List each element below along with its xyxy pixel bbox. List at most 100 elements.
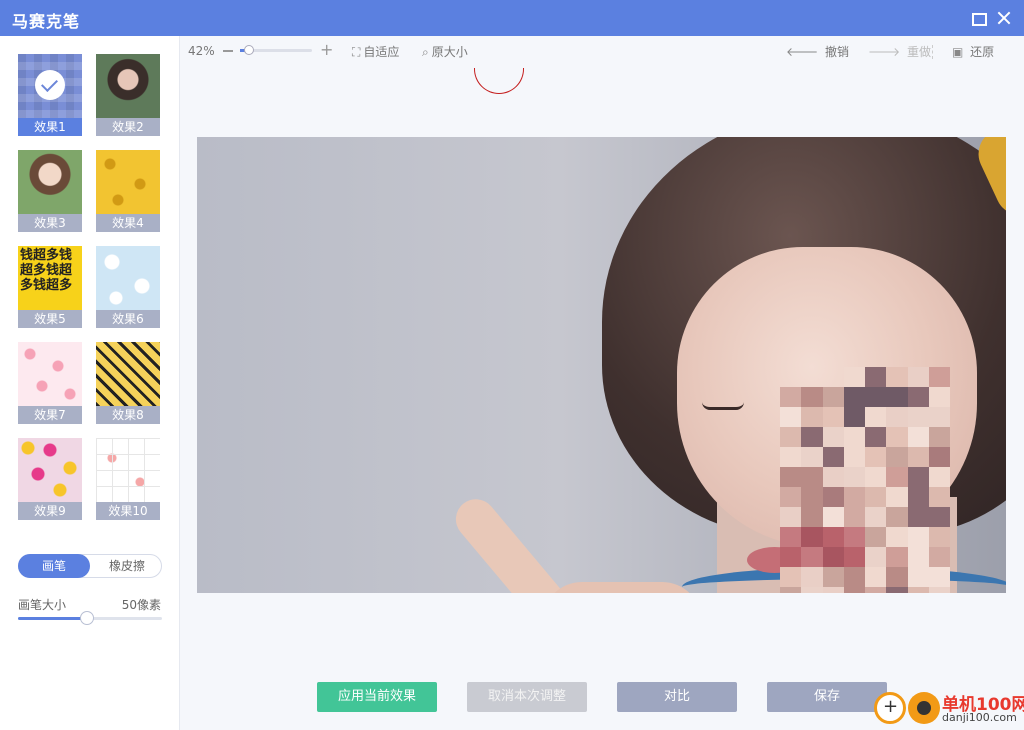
- effect-item-9[interactable]: 效果9: [18, 438, 82, 520]
- mosaic-cell: [907, 587, 929, 593]
- effect-thumbnail: [96, 54, 160, 118]
- window-title: 马赛克笔: [12, 12, 81, 31]
- mosaic-cell: [822, 547, 844, 567]
- mosaic-cell: [865, 567, 887, 587]
- effect-label: 效果6: [96, 310, 160, 328]
- restore-label: 还原: [970, 45, 995, 59]
- brush-size-slider[interactable]: [18, 611, 162, 625]
- cancel-adjustment-button[interactable]: 取消本次调整: [467, 682, 587, 712]
- mosaic-cell: [801, 547, 823, 567]
- mosaic-cell: [843, 507, 865, 527]
- effect-item-7[interactable]: 效果7: [18, 342, 82, 424]
- image-canvas[interactable]: [197, 137, 1006, 593]
- zoom-in-icon[interactable]: +: [320, 42, 333, 58]
- effect-thumbnail: [18, 438, 82, 502]
- redo-button[interactable]: 🡒 重做: [868, 43, 931, 60]
- check-icon: [35, 70, 65, 100]
- mosaic-cell: [780, 587, 802, 593]
- mosaic-cell: [780, 527, 802, 547]
- mosaic-cell: [865, 527, 887, 547]
- redo-label: 重做: [907, 45, 932, 59]
- effect-item-1[interactable]: 效果1: [18, 54, 82, 136]
- effect-item-6[interactable]: 效果6: [96, 246, 160, 328]
- watermark-logo-icon: [874, 692, 906, 724]
- maximize-icon[interactable]: [968, 8, 988, 28]
- toolbar-divider: [932, 45, 933, 59]
- mosaic-cell: [801, 387, 823, 407]
- effect-item-5[interactable]: 钱超多钱超多钱超多钱超多 效果5: [18, 246, 82, 328]
- photo-eye: [702, 402, 744, 410]
- mosaic-area: [780, 367, 950, 593]
- mosaic-cell: [822, 447, 844, 467]
- brush-size-value: 50像素: [121, 598, 161, 612]
- mosaic-cell: [801, 507, 823, 527]
- mosaic-cell: [843, 487, 865, 507]
- close-icon[interactable]: [994, 8, 1014, 28]
- effect-label: 效果9: [18, 502, 82, 520]
- eraser-tab[interactable]: 橡皮擦: [91, 554, 163, 578]
- mosaic-cell: [865, 367, 887, 387]
- mosaic-cell: [801, 487, 823, 507]
- magnifier-icon: ⌕: [422, 45, 429, 59]
- effect-item-3[interactable]: 效果3: [18, 150, 82, 232]
- zoom-out-icon[interactable]: [223, 50, 233, 52]
- mosaic-cell: [780, 467, 802, 487]
- undo-button[interactable]: 🡐 撤销: [786, 43, 849, 60]
- zoom-slider-handle[interactable]: [243, 45, 254, 55]
- mosaic-cell: [928, 367, 950, 387]
- effect-item-10[interactable]: 效果10: [96, 438, 160, 520]
- mosaic-cell: [843, 387, 865, 407]
- mosaic-cell: [822, 467, 844, 487]
- mosaic-cell: [801, 587, 823, 593]
- mosaic-cell: [907, 567, 929, 587]
- mosaic-cell: [865, 587, 887, 593]
- title-bar: 马赛克笔: [0, 0, 1024, 36]
- mosaic-cell: [907, 547, 929, 567]
- effect-item-2[interactable]: 效果2: [96, 54, 160, 136]
- mosaic-cell: [928, 587, 950, 593]
- effect-item-4[interactable]: 效果4: [96, 150, 160, 232]
- fit-button[interactable]: ⛶ 自适应: [352, 43, 399, 60]
- apply-effect-button[interactable]: 应用当前效果: [317, 682, 437, 712]
- effect-thumbnail: [18, 54, 82, 118]
- effects-sidebar: 效果1 效果2 效果3 效果4 钱超多钱超多钱超多钱超多 效果5 效果6 效果7…: [0, 36, 180, 730]
- original-size-button[interactable]: ⌕ 原大小: [422, 43, 468, 60]
- restore-button[interactable]: ▣ 还原: [952, 43, 994, 60]
- mosaic-cell: [843, 367, 865, 387]
- mosaic-cell: [928, 467, 950, 487]
- effect-thumbnail: [96, 246, 160, 310]
- mosaic-cell: [865, 467, 887, 487]
- mosaic-cell: [886, 547, 908, 567]
- brush-tab[interactable]: 画笔: [18, 554, 90, 578]
- mosaic-cell: [822, 587, 844, 593]
- mosaic-cell: [886, 407, 908, 427]
- mosaic-cell: [907, 527, 929, 547]
- fit-icon: ⛶: [352, 45, 361, 59]
- mosaic-cell: [823, 367, 844, 387]
- effect-item-8[interactable]: 效果8: [96, 342, 160, 424]
- zoom-slider[interactable]: [240, 45, 312, 55]
- mosaic-cell: [928, 407, 950, 427]
- mosaic-cell: [843, 587, 865, 593]
- mosaic-cell: [886, 367, 908, 387]
- effect-thumbnail: [96, 438, 160, 502]
- mosaic-cell: [780, 427, 802, 447]
- save-button[interactable]: 保存: [767, 682, 887, 712]
- mosaic-cell: [822, 507, 844, 527]
- brush-size-label: 画笔大小: [18, 598, 67, 612]
- mosaic-cell: [928, 527, 950, 547]
- mosaic-cell: [928, 387, 950, 407]
- mosaic-cell: [780, 407, 802, 427]
- mosaic-cell: [865, 387, 887, 407]
- original-size-label: 原大小: [431, 45, 468, 59]
- mosaic-cell: [822, 567, 844, 587]
- effect-label: 效果8: [96, 406, 160, 424]
- slider-handle[interactable]: [80, 611, 95, 625]
- mosaic-cell: [928, 427, 950, 447]
- mosaic-cell: [886, 467, 908, 487]
- brush-cursor-outline: [474, 68, 524, 94]
- mosaic-cell: [780, 367, 801, 387]
- mosaic-cell: [843, 467, 865, 487]
- arrow-right-icon: 🡒: [868, 45, 901, 59]
- compare-button[interactable]: 对比: [617, 682, 737, 712]
